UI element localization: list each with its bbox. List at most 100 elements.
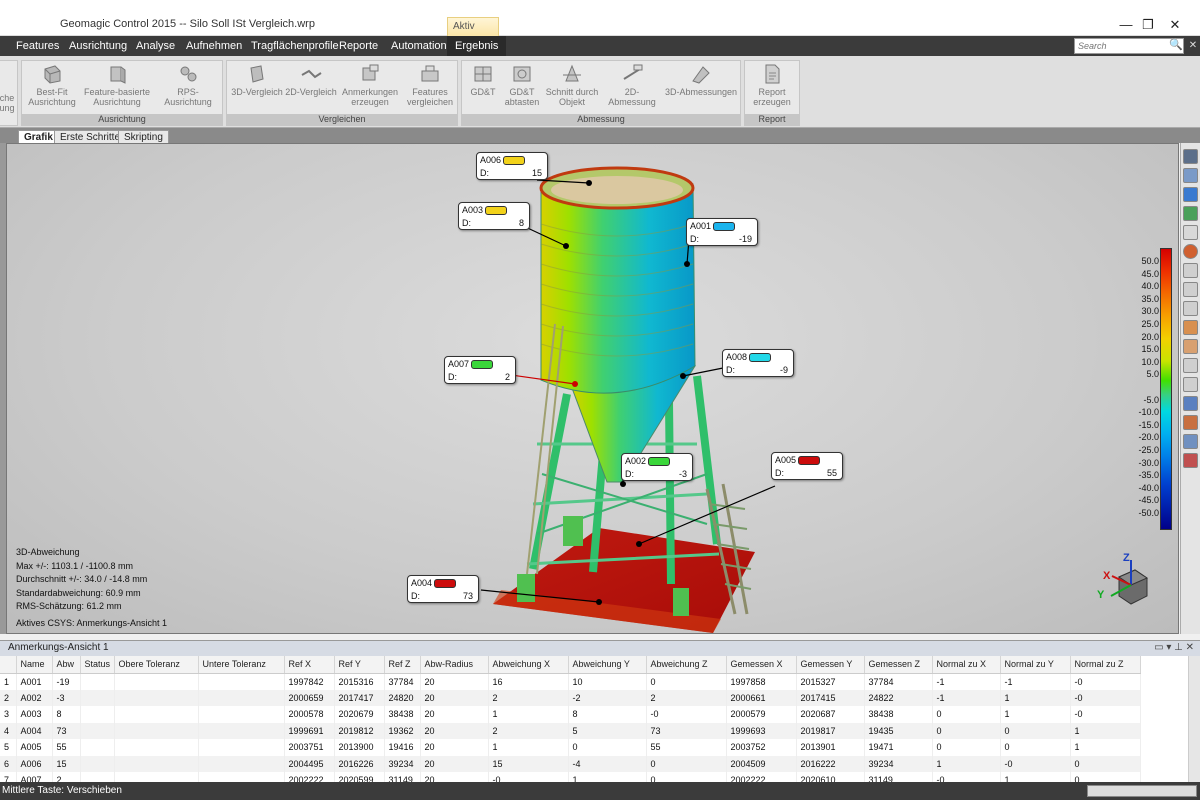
report-erzeugen-button[interactable]: Report erzeugen — [747, 63, 797, 107]
pencil-icon[interactable] — [1183, 301, 1198, 316]
table-cell: 0 — [932, 739, 1001, 756]
annotation-a006[interactable]: A006 D: 15 — [476, 152, 548, 180]
table-row[interactable]: 3 A003 8 2000578 2020679 38438 20 1 8 -0 2000579 20… — [0, 706, 1141, 723]
feature-ausrichtung-button[interactable]: Feature-basierte Ausrichtung — [82, 63, 152, 107]
anmerkungen-button[interactable]: Anmerkungen erzeugen — [339, 63, 401, 107]
silo-cylinder — [540, 183, 696, 394]
partial-button-label[interactable]: che ung — [0, 93, 15, 113]
menu-analyse[interactable]: Analyse — [128, 36, 183, 56]
gdt-button[interactable]: GD&T — [466, 63, 500, 97]
column-header[interactable]: Ref Y — [334, 656, 385, 674]
annotation-a002[interactable]: A002 D: -3 — [621, 453, 693, 481]
column-header[interactable] — [0, 656, 17, 674]
features-vergleichen-button[interactable]: Features vergleichen — [403, 63, 457, 107]
rps-ausrichtung-button[interactable]: RPS-Ausrichtung — [154, 63, 222, 107]
texture-icon[interactable] — [1183, 339, 1198, 354]
scale-label: 5.0 — [1146, 369, 1159, 380]
scale-label: 15.0 — [1141, 344, 1159, 355]
annotation-a008[interactable]: A008 D: -9 — [722, 349, 794, 377]
view-toggle-icon[interactable] — [1183, 149, 1198, 164]
gdt-probe-icon — [513, 66, 531, 82]
3d-abmessungen-button[interactable]: 3D-Abmessungen — [664, 63, 738, 97]
view-rotate-icon[interactable] — [1183, 206, 1198, 221]
restore-button[interactable]: ❐ — [1138, 16, 1158, 34]
table-row[interactable]: 2 A002 -3 2000659 2017417 24820 20 2 -2 2 2000661 2… — [0, 689, 1141, 706]
annotation-a005[interactable]: A005 D: 55 — [771, 452, 843, 480]
column-header[interactable]: Untere Toleranz — [198, 656, 285, 674]
table-cell: -0 — [1070, 673, 1141, 690]
clip-icon[interactable] — [1183, 415, 1198, 430]
menu-ergebnis[interactable]: Ergebnis — [447, 36, 507, 56]
best-fit-button[interactable]: Best-Fit Ausrichtung — [26, 63, 78, 107]
annotation-table[interactable]: Name Abw Status Obere Toleranz Untere Tolera… — [0, 656, 1188, 782]
table-cell — [198, 706, 285, 723]
tab-skripting[interactable]: Skripting — [118, 130, 169, 143]
context-tab-aktiv[interactable]: Aktiv — [447, 17, 499, 36]
funnel-icon[interactable] — [1183, 396, 1198, 411]
menu-reporte[interactable]: Reporte — [331, 36, 386, 56]
deviation-swatch — [713, 222, 735, 231]
schnitt-button[interactable]: Schnitt durch Objekt — [544, 63, 600, 107]
2d-abmessung-button[interactable]: 2D-Abmessung — [602, 63, 662, 107]
tab-grafik[interactable]: Grafik — [18, 130, 59, 143]
menu-ausrichtung[interactable]: Ausrichtung — [61, 36, 135, 56]
column-header[interactable]: Normal zu Z — [1070, 656, 1141, 674]
close-button[interactable]: ✕ — [1165, 16, 1185, 34]
frame-icon[interactable] — [1183, 358, 1198, 373]
color-scale-bar[interactable] — [1160, 248, 1172, 530]
column-header[interactable]: Abweichung X — [488, 656, 569, 674]
table-cell: A005 — [16, 739, 53, 756]
column-header[interactable]: Gemessen Y — [796, 656, 865, 674]
select-box-icon[interactable] — [1183, 263, 1198, 278]
table-row[interactable]: 6 A006 15 2004495 2016226 39234 20 15 -4 0 2004509… — [0, 755, 1141, 772]
2d-vergleich-button[interactable]: 2D-Vergleich — [285, 63, 337, 97]
render-icon[interactable] — [1183, 453, 1198, 468]
zoom-icon[interactable] — [1183, 225, 1198, 240]
menu-automation[interactable]: Automation — [383, 36, 455, 56]
panel-controls[interactable]: ▭ ▾ ⊥ ✕ — [1154, 642, 1194, 653]
column-header[interactable]: Normal zu X — [932, 656, 1001, 674]
deviation-value: 2 — [504, 372, 510, 382]
column-header[interactable]: Status — [80, 656, 115, 674]
3d-vergleich-button[interactable]: 3D-Vergleich — [231, 63, 283, 97]
shade-icon[interactable] — [1183, 434, 1198, 449]
table-row[interactable]: 5 A005 55 2003751 2013900 19416 20 1 0 55 2003752 2… — [0, 739, 1141, 756]
column-header[interactable]: Gemessen X — [726, 656, 797, 674]
column-header[interactable]: Ref X — [284, 656, 335, 674]
lasso-icon[interactable] — [1183, 282, 1198, 297]
annotation-a007[interactable]: A007 D: 2 — [444, 356, 516, 384]
column-header[interactable]: Abweichung Z — [646, 656, 727, 674]
column-header[interactable]: Obere Toleranz — [114, 656, 199, 674]
brush-icon[interactable] — [1183, 320, 1198, 335]
minimize-button[interactable]: — — [1116, 16, 1136, 34]
annotation-a001[interactable]: A001 D: -19 — [686, 218, 758, 246]
3d-viewport[interactable]: Z X Y A006 D: 15 A003 D: 8 A001 D: -19 A… — [6, 143, 1179, 634]
column-header[interactable]: Abw — [52, 656, 81, 674]
arrow-select-icon[interactable] — [1183, 377, 1198, 392]
gdt-abtasten-button[interactable]: GD&T abtasten — [502, 63, 542, 107]
table-row[interactable]: 7 A007 2 2002222 2020599 31149 20 -0 1 0 2002222 20… — [0, 772, 1141, 782]
view-fit-icon[interactable] — [1183, 187, 1198, 202]
color-map-icon[interactable] — [1183, 244, 1198, 259]
tab-erste-schritte[interactable]: Erste Schritte — [54, 130, 127, 143]
table-cell: 15 — [488, 755, 569, 772]
column-header[interactable]: Abw-Radius — [420, 656, 489, 674]
table-scrollbar[interactable] — [1188, 656, 1200, 782]
annotation-a003[interactable]: A003 D: 8 — [458, 202, 530, 230]
table-cell: 20 — [420, 755, 489, 772]
ribbon-close-icon[interactable]: ✕ — [1187, 38, 1199, 54]
column-header[interactable]: Ref Z — [384, 656, 421, 674]
column-header[interactable]: Normal zu Y — [1000, 656, 1071, 674]
table-row[interactable]: 1 A001 -19 1997842 2015316 37784 20 16 10 0 199785… — [0, 673, 1141, 690]
menu-aufnehmen[interactable]: Aufnehmen — [178, 36, 250, 56]
view-front-icon[interactable] — [1183, 168, 1198, 183]
column-header[interactable]: Abweichung Y — [568, 656, 647, 674]
scale-label: 10.0 — [1141, 356, 1159, 367]
menu-features[interactable]: Features — [8, 36, 67, 56]
annotation-a004[interactable]: A004 D: 73 — [407, 575, 479, 603]
column-header[interactable]: Name — [16, 656, 53, 674]
deviation-value: 73 — [462, 591, 473, 601]
column-header[interactable]: Gemessen Z — [864, 656, 933, 674]
search-icon[interactable]: 🔍 — [1168, 38, 1184, 54]
table-row[interactable]: 4 A004 73 1999691 2019812 19362 20 2 5 73 1999693 2… — [0, 722, 1141, 739]
